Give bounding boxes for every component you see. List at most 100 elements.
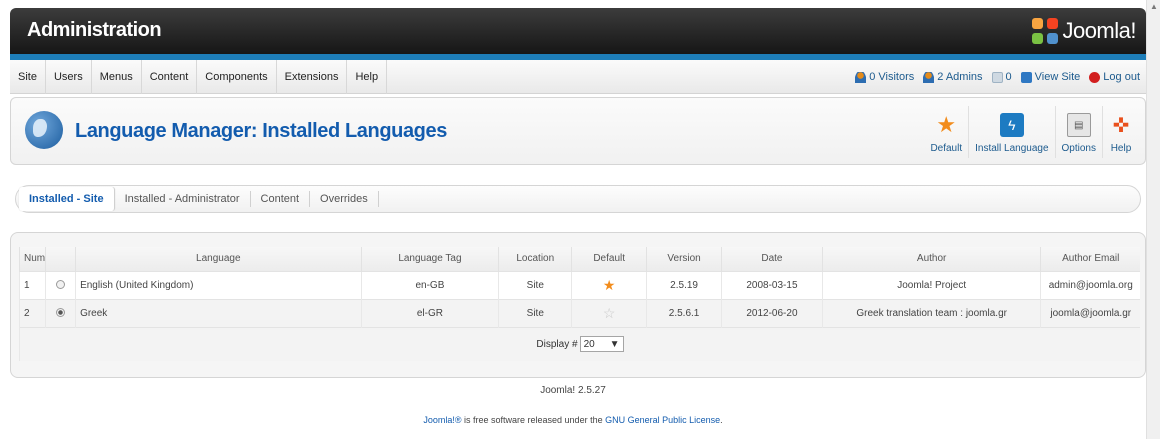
row-radio[interactable]: [56, 308, 66, 318]
row-num: 1: [18, 270, 46, 299]
menu-menus[interactable]: Menus: [92, 60, 142, 94]
default-star-icon[interactable]: ★: [603, 277, 616, 293]
view-site-label: View Site: [1034, 71, 1081, 83]
row-author: Greek translation team : joomla.gr: [821, 298, 1041, 327]
options-label: Options: [1061, 143, 1096, 154]
row-version: 2.5.19: [646, 270, 722, 299]
menu-content[interactable]: Content: [142, 60, 198, 94]
row-location: Site: [498, 270, 572, 299]
default-button-label: Default: [930, 143, 963, 154]
logout-link[interactable]: Log out: [1089, 71, 1140, 83]
page-toolbar: Language Manager: Installed Languages ★ …: [10, 97, 1146, 165]
install-language-label: Install Language: [975, 143, 1049, 154]
row-num: 2: [18, 298, 46, 327]
admins-status: 2 Admins: [923, 71, 983, 83]
language-tabs: Installed - Site Installed - Administrat…: [15, 185, 1141, 213]
languages-table: Num Language Language Tag Location Defau…: [18, 247, 1140, 361]
row-default-cell: ☆: [571, 298, 647, 327]
col-num[interactable]: Num: [18, 247, 46, 271]
messages-icon: [991, 71, 1003, 83]
joomla-logo-icon: [1032, 18, 1059, 44]
messages-count: 0: [1005, 71, 1012, 83]
joomla-logo-text: Joomla!: [1062, 18, 1136, 43]
menu-users[interactable]: Users: [46, 60, 92, 94]
table-header-row: Num Language Language Tag Location Defau…: [18, 247, 1140, 271]
row-language: English (United Kingdom): [75, 270, 362, 299]
row-location: Site: [498, 298, 572, 327]
install-lightning-icon: ϟ: [999, 113, 1024, 137]
row-version: 2.5.6.1: [646, 298, 722, 327]
table-row[interactable]: 1 English (United Kingdom) en-GB Site ★ …: [18, 270, 1140, 299]
col-version[interactable]: Version: [646, 247, 722, 271]
row-date: 2012-06-20: [721, 298, 823, 327]
menu-site[interactable]: Site: [10, 60, 46, 94]
visitors-status: 0 Visitors: [855, 71, 914, 83]
col-select: [45, 247, 76, 271]
tab-installed-administrator[interactable]: Installed - Administrator: [115, 191, 251, 207]
license-text: Joomla!® is free software released under…: [0, 415, 1146, 425]
view-site-link[interactable]: View Site: [1020, 71, 1081, 83]
row-radio[interactable]: [56, 280, 66, 290]
view-site-icon: [1020, 71, 1032, 83]
install-language-button[interactable]: ϟ Install Language: [968, 106, 1054, 158]
menu-extensions[interactable]: Extensions: [277, 60, 348, 94]
col-author-email[interactable]: Author Email: [1040, 247, 1140, 271]
chevron-down-icon: ▼: [609, 338, 620, 350]
display-label: Display #: [536, 338, 578, 350]
joomla-logo[interactable]: Joomla!: [1032, 16, 1136, 46]
logout-icon: [1089, 71, 1101, 83]
row-tag: el-GR: [360, 298, 499, 327]
col-language[interactable]: Language: [75, 247, 362, 271]
table-footer-row: Display # 20 ▼: [19, 326, 1140, 361]
col-default[interactable]: Default: [571, 247, 647, 271]
options-icon: ▤: [1066, 113, 1091, 137]
page: Administration Joomla! Site Users Menus …: [0, 0, 1160, 439]
options-button[interactable]: ▤ Options: [1054, 106, 1102, 158]
version-text: Joomla! 2.5.27: [540, 385, 606, 396]
joomla-link[interactable]: Joomla!®: [423, 415, 461, 425]
not-default-star-icon[interactable]: ☆: [603, 305, 616, 321]
display-limit-value: 20: [583, 338, 595, 350]
col-language-tag[interactable]: Language Tag: [360, 247, 499, 271]
language-globe-icon: [25, 111, 63, 149]
col-date[interactable]: Date: [721, 247, 823, 271]
col-author[interactable]: Author: [821, 247, 1041, 271]
license-pre: is free software released under the: [464, 415, 603, 425]
tab-overrides[interactable]: Overrides: [310, 191, 379, 207]
row-author: Joomla! Project: [821, 270, 1041, 299]
default-button[interactable]: ★ Default: [924, 106, 968, 158]
admins-count: 2 Admins: [937, 71, 983, 83]
col-location[interactable]: Location: [498, 247, 572, 271]
display-limit-select[interactable]: 20 ▼: [579, 336, 624, 353]
toolbar-buttons: ★ Default ϟ Install Language ▤ Options ✜…: [924, 106, 1139, 158]
row-radio-cell: [45, 270, 76, 299]
admins-icon: [923, 71, 935, 83]
row-email: admin@joomla.org: [1040, 270, 1140, 299]
visitors-count: 0 Visitors: [869, 71, 915, 83]
admin-header: Administration Joomla!: [10, 8, 1146, 54]
tab-content[interactable]: Content: [251, 191, 311, 207]
main-menu: Site Users Menus Content Components Exte…: [10, 60, 388, 94]
page-title: Language Manager: Installed Languages: [75, 120, 447, 142]
star-icon: ★: [936, 112, 957, 137]
help-button[interactable]: ✜ Help: [1102, 106, 1139, 158]
logout-label: Log out: [1103, 71, 1140, 83]
languages-list-box: Num Language Language Tag Location Defau…: [10, 232, 1146, 378]
pagination-cell: Display # 20 ▼: [19, 326, 1140, 361]
messages-status[interactable]: 0: [991, 71, 1012, 83]
status-area: 0 Visitors 2 Admins 0 View Site Log out: [846, 60, 1140, 94]
table-row[interactable]: 2 Greek el-GR Site ☆ 2.5.6.1 2012-06-20 …: [18, 298, 1140, 327]
display-limit: Display # 20 ▼: [536, 336, 624, 353]
lifebuoy-icon: ✜: [1112, 114, 1130, 137]
row-language: Greek: [75, 298, 362, 327]
visitors-icon: [855, 71, 867, 83]
tab-installed-site[interactable]: Installed - Site: [19, 187, 115, 211]
scroll-up-icon[interactable]: ▲: [1150, 2, 1158, 11]
menu-bar: Site Users Menus Content Components Exte…: [10, 60, 1146, 94]
menu-components[interactable]: Components: [197, 60, 277, 94]
license-post: .: [720, 415, 723, 425]
gpl-link[interactable]: GNU General Public License: [605, 415, 720, 425]
menu-help[interactable]: Help: [347, 60, 388, 94]
vertical-scrollbar[interactable]: ▲: [1146, 0, 1160, 439]
row-radio-cell: [45, 298, 76, 327]
